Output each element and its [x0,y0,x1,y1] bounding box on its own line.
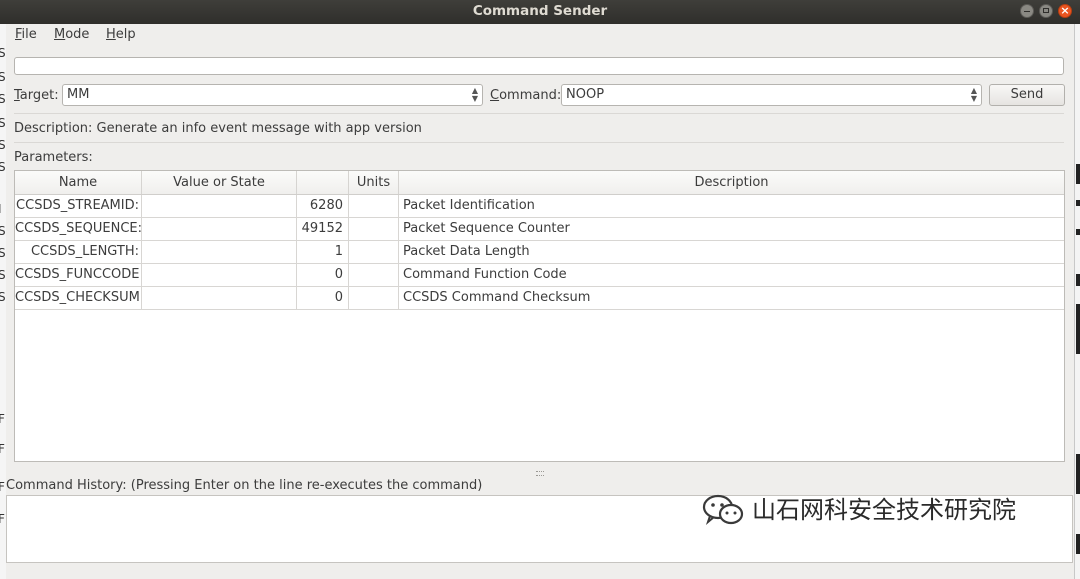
table-header: Name Value or State Units Description [15,171,1064,195]
background-glyph: S [0,160,6,174]
background-glyph: S [0,290,6,304]
param-units [349,264,399,286]
table-row[interactable]: CCSDS_FUNCCODE: 0 Command Function Code [15,264,1064,287]
param-name: CCSDS_CHECKSUM: [15,287,142,309]
background-glyph: S [0,70,6,84]
watermark-text: 山石网科安全技术研究院 [752,496,1016,524]
param-value-state[interactable] [142,287,297,309]
param-value-state[interactable] [142,264,297,286]
command-line-input[interactable] [14,57,1064,75]
param-units [349,218,399,240]
target-select[interactable]: MM ▲ ▼ [62,84,483,106]
param-value[interactable]: 49152 [297,218,349,240]
separator [14,142,1064,143]
background-glyph: F [0,442,5,456]
background-glyph: F [0,512,5,526]
command-value: NOOP [566,87,605,102]
splitter-grip-icon [536,471,544,476]
send-button[interactable]: Send [989,84,1065,106]
pane-splitter[interactable] [6,470,1074,476]
column-header-description[interactable]: Description [399,171,1064,194]
table-row[interactable]: CCSDS_SEQUENCE: 49152 Packet Sequence Co… [15,218,1064,241]
updown-arrows-icon: ▲ ▼ [471,86,478,103]
param-name: CCSDS_SEQUENCE: [15,218,142,240]
command-select[interactable]: NOOP ▲ ▼ [561,84,982,106]
wechat-logo-icon [702,494,744,526]
param-value-state[interactable] [142,218,297,240]
background-glyph: S [0,246,6,260]
column-header-blank[interactable] [297,171,349,194]
separator [14,113,1064,114]
menu-help[interactable]: Help [106,27,136,42]
background-glyph: S [0,46,6,60]
close-icon[interactable]: × [1058,4,1072,18]
parameters-label: Parameters: [14,150,93,165]
menu-mode[interactable]: Mode [54,27,89,42]
background-glyph: S [0,138,6,152]
history-label: Command History: (Pressing Enter on the … [6,478,483,493]
param-units [349,287,399,309]
param-description: Packet Data Length [403,244,530,259]
param-units [349,241,399,263]
target-value: MM [67,87,90,102]
param-name: CCSDS_LENGTH: [15,241,142,263]
param-value[interactable]: 1 [297,241,349,263]
param-value[interactable]: 0 [297,264,349,286]
background-glyph: F [0,480,5,494]
updown-arrows-icon: ▲ ▼ [970,86,977,103]
background-glyph: I [0,202,2,216]
param-value-state[interactable] [142,195,297,217]
background-glyph: S [0,224,6,238]
param-value-state[interactable] [142,241,297,263]
target-label: Target: [14,88,59,103]
background-window-right [1074,24,1080,579]
maximize-icon[interactable] [1039,4,1053,18]
param-description: Packet Identification [403,198,535,213]
param-name: CCSDS_STREAMID: [15,195,142,217]
parameters-table[interactable]: Name Value or State Units Description CC… [14,170,1065,462]
param-value[interactable]: 6280 [297,195,349,217]
param-name: CCSDS_FUNCCODE: [15,264,142,286]
background-glyph: S [0,92,6,106]
column-header-value[interactable]: Value or State [142,171,297,194]
table-row[interactable]: CCSDS_STREAMID: 6280 Packet Identificati… [15,195,1064,218]
param-description: Packet Sequence Counter [403,221,570,236]
param-description: Command Function Code [403,267,567,282]
window-title: Command Sender [472,3,608,19]
table-row[interactable]: CCSDS_CHECKSUM: 0 CCSDS Command Checksum [15,287,1064,310]
background-glyph: S [0,268,6,282]
column-header-name[interactable]: Name [15,171,142,194]
menu-file[interactable]: File [15,27,37,42]
param-description: CCSDS Command Checksum [403,290,591,305]
window-titlebar[interactable]: Command Sender × [0,0,1080,24]
background-glyph: S [0,116,6,130]
minimize-icon[interactable] [1020,4,1034,18]
param-value[interactable]: 0 [297,287,349,309]
table-row[interactable]: CCSDS_LENGTH: 1 Packet Data Length [15,241,1064,264]
command-description: Description: Generate an info event mess… [14,121,422,136]
background-glyph: F [0,412,5,426]
menubar: File Mode Help [6,24,1074,46]
param-units [349,195,399,217]
column-header-units[interactable]: Units [349,171,399,194]
command-label: Command: [490,88,562,103]
